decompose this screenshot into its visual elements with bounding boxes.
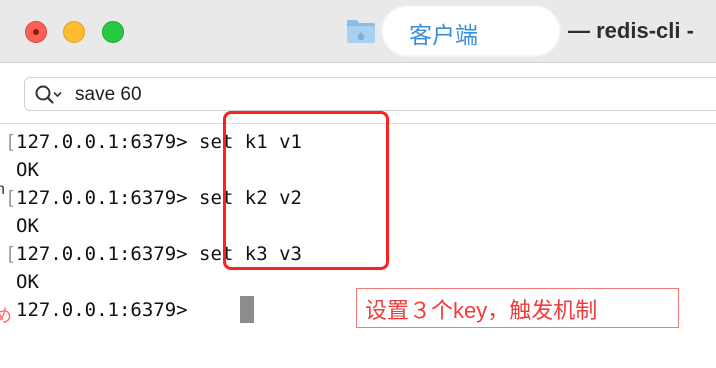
- terminal-line: OK: [16, 271, 39, 293]
- minimize-button[interactable]: [63, 21, 85, 43]
- mark-bracket: [: [5, 131, 17, 153]
- title-bar[interactable]: 客户端 — redis-cli -: [0, 0, 716, 63]
- highlight-box: [223, 111, 389, 270]
- close-button[interactable]: [25, 21, 47, 43]
- terminal-line: OK: [16, 159, 39, 181]
- maximize-button[interactable]: [102, 21, 124, 43]
- annotation-text: 设置３个key，触发机制: [365, 298, 598, 323]
- mark-bracket: [: [5, 187, 17, 209]
- annotation-callout: 设置３个key，触发机制: [356, 288, 679, 328]
- edge-fragment: め: [0, 306, 12, 326]
- window-title: — redis-cli -: [568, 18, 694, 43]
- edge-fragment: h: [0, 181, 5, 198]
- terminal-line: OK: [16, 215, 39, 237]
- terminal-window: 客户端 — redis-cli - save 60 [ [ [ 127.0.0.…: [0, 0, 716, 368]
- terminal-prompt: 127.0.0.1:6379>: [16, 299, 200, 321]
- window-title-cn: 客户端: [409, 22, 478, 48]
- terminal-output[interactable]: [ [ [ 127.0.0.1:6379> set k1 v1 OK 127.0…: [0, 111, 716, 368]
- search-input[interactable]: save 60: [75, 84, 142, 106]
- search-field[interactable]: save 60: [24, 77, 716, 111]
- folder-icon: [347, 20, 375, 43]
- mark-bracket: [: [5, 243, 17, 265]
- text-cursor: [240, 296, 254, 323]
- search-icon[interactable]: [34, 84, 64, 106]
